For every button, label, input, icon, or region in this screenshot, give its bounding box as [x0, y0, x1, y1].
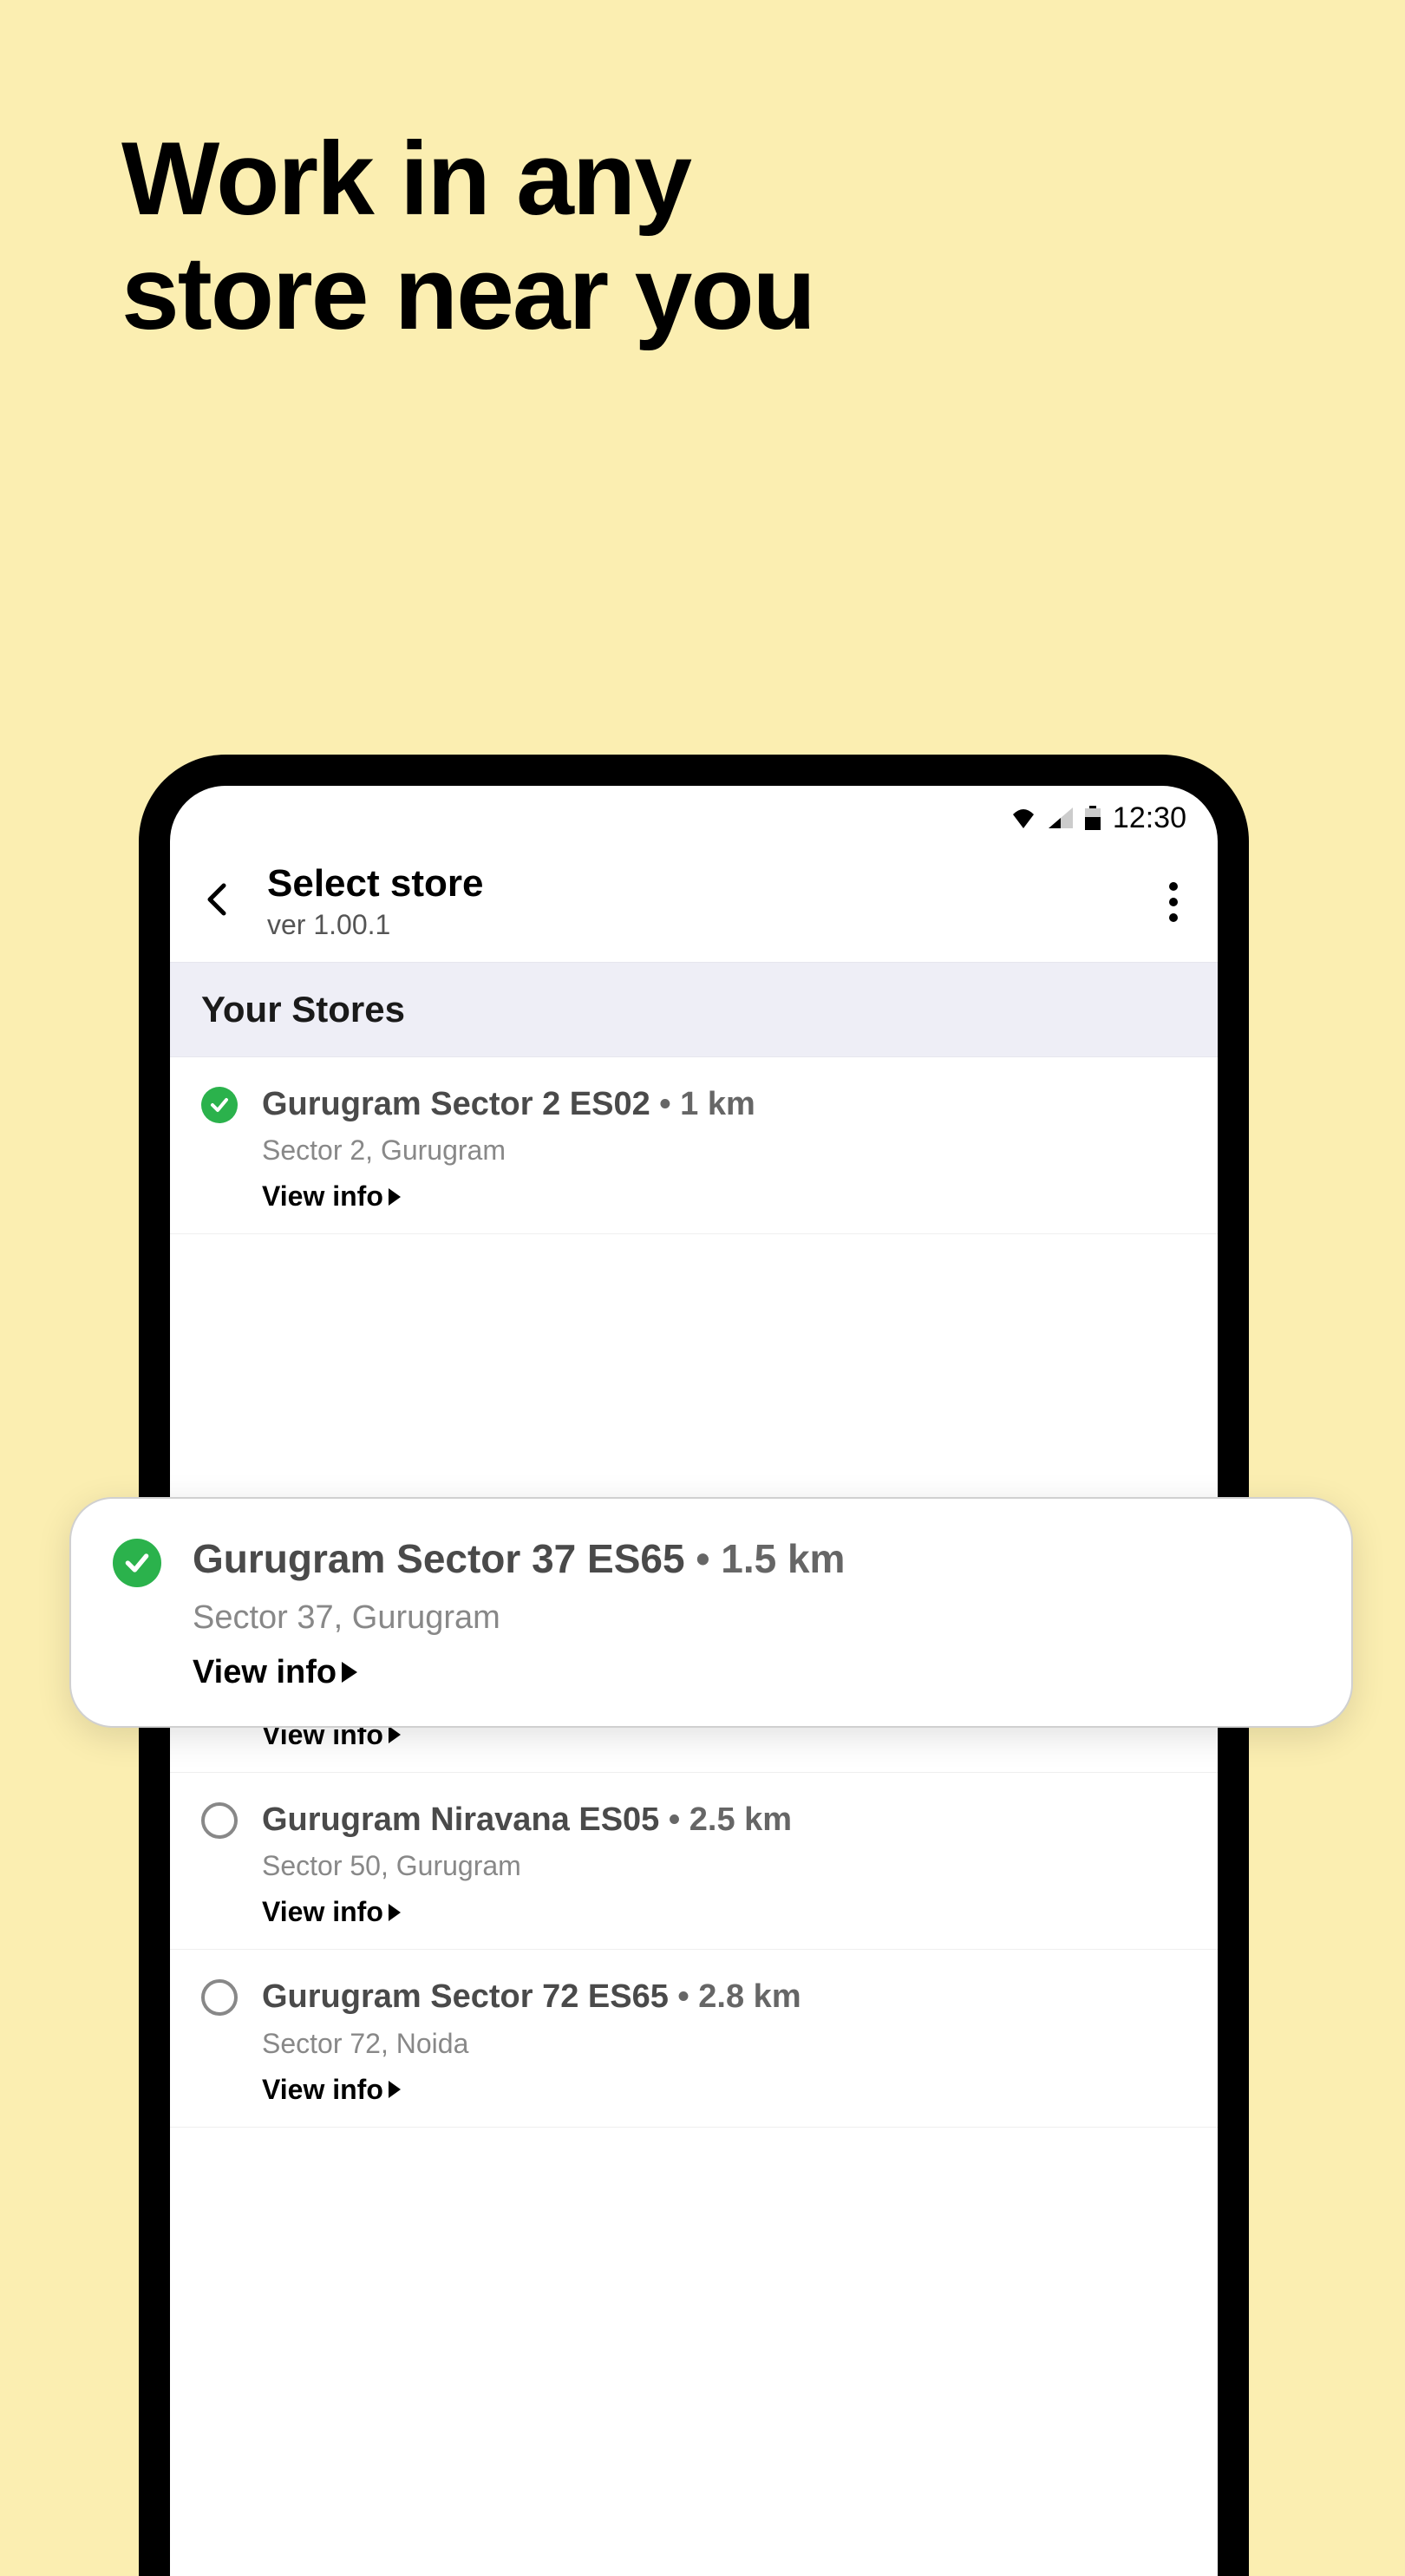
cellular-icon — [1049, 807, 1073, 828]
chevron-right-icon — [389, 1904, 401, 1921]
store-distance: 1 km — [680, 1086, 755, 1122]
store-info: Gurugram Sector 37 ES65 • 1.5 km Sector … — [193, 1533, 1310, 1691]
store-item[interactable]: Gurugram Sector 2 ES02 • 1 km Sector 2, … — [170, 1057, 1218, 1234]
radio-icon — [201, 1979, 238, 2016]
store-distance: 1.5 km — [721, 1536, 845, 1581]
view-info-link[interactable]: View info — [193, 1654, 357, 1691]
featured-store-card[interactable]: Gurugram Sector 37 ES65 • 1.5 km Sector … — [69, 1497, 1353, 1728]
check-icon — [113, 1539, 161, 1587]
app-header: Select store ver 1.00.1 — [170, 841, 1218, 962]
store-address: Sector 37, Gurugram — [193, 1599, 1310, 1637]
section-your-stores: Your Stores — [170, 962, 1218, 1057]
store-distance: 2.8 km — [698, 1978, 801, 2015]
store-name: Gurugram Sector 72 ES65 — [262, 1978, 669, 2015]
store-name: Gurugram Sector 37 ES65 — [193, 1536, 685, 1581]
check-icon — [201, 1087, 238, 1123]
store-info: Gurugram Sector 2 ES02 • 1 km Sector 2, … — [262, 1083, 1186, 1213]
radio-icon — [201, 1802, 238, 1839]
status-time: 12:30 — [1113, 801, 1186, 835]
store-name: Gurugram Sector 2 ES02 — [262, 1086, 650, 1122]
header-titles: Select store ver 1.00.1 — [267, 862, 1129, 941]
chevron-right-icon — [389, 1726, 401, 1743]
store-separator: • — [659, 1086, 680, 1122]
store-item[interactable]: Gurugram Sector 72 ES65 • 2.8 km Sector … — [170, 1950, 1218, 2127]
store-separator: • — [669, 1801, 689, 1838]
hero-line1: Work in any — [121, 121, 814, 236]
store-name-line: Gurugram Sector 37 ES65 • 1.5 km — [193, 1533, 1310, 1585]
store-name-line: Gurugram Niravana ES05 • 2.5 km — [262, 1799, 1186, 1841]
back-icon[interactable] — [201, 882, 236, 921]
store-address: Sector 50, Gurugram — [262, 1850, 1186, 1882]
chevron-right-icon — [389, 2081, 401, 2098]
status-bar: 12:30 — [170, 786, 1218, 841]
store-address: Sector 2, Gurugram — [262, 1134, 1186, 1167]
store-info: Gurugram Niravana ES05 • 2.5 km Sector 5… — [262, 1799, 1186, 1928]
store-name-line: Gurugram Sector 72 ES65 • 2.8 km — [262, 1976, 1186, 2018]
store-address: Sector 72, Noida — [262, 2028, 1186, 2060]
view-info-label: View info — [262, 1896, 383, 1928]
view-info-label: View info — [262, 1180, 383, 1213]
section-title-your-stores: Your Stores — [201, 989, 1186, 1030]
featured-placeholder — [170, 1234, 1218, 1500]
store-name-line: Gurugram Sector 2 ES02 • 1 km — [262, 1083, 1186, 1126]
view-info-label: View info — [193, 1654, 337, 1691]
hero-line2: store near you — [121, 236, 814, 350]
view-info-link[interactable]: View info — [262, 2074, 401, 2106]
more-icon[interactable] — [1160, 873, 1186, 931]
store-item[interactable]: Gurugram Niravana ES05 • 2.5 km Sector 5… — [170, 1773, 1218, 1950]
view-info-link[interactable]: View info — [262, 1180, 401, 1213]
version-label: ver 1.00.1 — [267, 909, 1129, 941]
store-name: Gurugram Niravana ES05 — [262, 1801, 659, 1838]
hero-title: Work in any store near you — [121, 121, 814, 350]
view-info-link[interactable]: View info — [262, 1896, 401, 1928]
store-separator: • — [677, 1978, 698, 2015]
page-title: Select store — [267, 862, 1129, 906]
store-distance: 2.5 km — [689, 1801, 792, 1838]
battery-icon — [1085, 806, 1101, 830]
store-info: Gurugram Sector 72 ES65 • 2.8 km Sector … — [262, 1976, 1186, 2105]
view-info-label: View info — [262, 2074, 383, 2106]
chevron-right-icon — [389, 1188, 401, 1206]
chevron-right-icon — [342, 1662, 357, 1683]
wifi-icon — [1010, 807, 1036, 828]
store-separator: • — [696, 1536, 721, 1581]
